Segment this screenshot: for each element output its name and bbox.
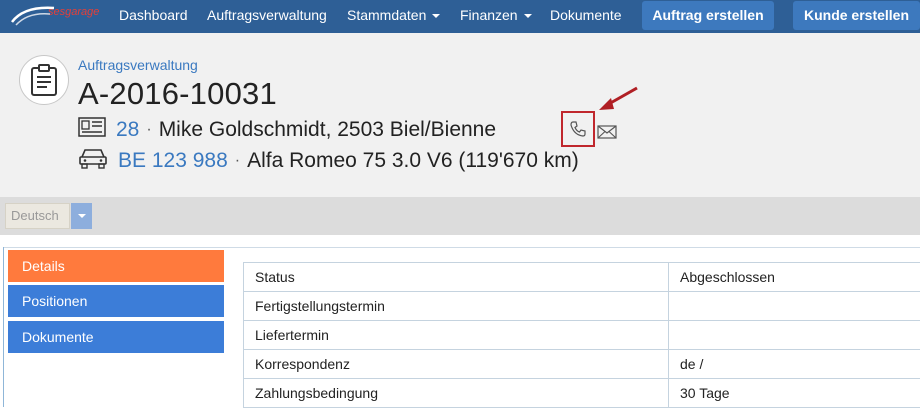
vehicle-name: Alfa Romeo 75 3.0 V6 (119'670 km)	[247, 149, 579, 173]
nav-dokumente-label: Dokumente	[550, 7, 622, 23]
customer-number-link[interactable]: 28	[116, 118, 139, 142]
tab-positionen-label: Positionen	[22, 293, 87, 309]
chevron-down-icon	[432, 14, 440, 18]
table-row: Korrespondenz de /	[244, 350, 920, 379]
language-bar: Deutsch	[0, 197, 920, 235]
email-button[interactable]	[597, 125, 617, 144]
nav-stammdaten[interactable]: Stammdaten	[347, 0, 440, 33]
nav-finanzen[interactable]: Finanzen	[460, 0, 532, 33]
tab-dokumente[interactable]: Dokumente	[8, 321, 224, 353]
create-order-button[interactable]: Auftrag erstellen	[642, 1, 774, 30]
table-row: Zahlungsbedingung 30 Tage	[244, 379, 920, 408]
customer-line: 28 · Mike Goldschmidt, 2503 Biel/Bienne	[78, 117, 496, 143]
annotation-arrow-icon	[597, 85, 641, 120]
envelope-icon	[597, 125, 617, 139]
tab-details-label: Details	[22, 258, 65, 274]
create-customer-button[interactable]: Kunde erstellen	[793, 1, 920, 30]
vehicle-line: BE 123 988 · Alfa Romeo 75 3.0 V6 (119'6…	[78, 148, 579, 174]
row-value: de /	[669, 350, 920, 379]
nav-finanzen-label: Finanzen	[460, 7, 518, 23]
table-row: Status Abgeschlossen	[244, 263, 920, 292]
nav-auftragsverwaltung[interactable]: Auftragsverwaltung	[207, 0, 327, 33]
top-navbar: sesgarage Dashboard Auftragsverwaltung S…	[0, 0, 920, 33]
nav-stammdaten-label: Stammdaten	[347, 7, 426, 23]
phone-button[interactable]	[561, 111, 595, 147]
app-logo[interactable]: sesgarage	[10, 0, 110, 33]
row-value	[669, 321, 920, 350]
page-title: A-2016-10031	[78, 76, 277, 112]
language-select[interactable]: Deutsch	[5, 203, 70, 229]
car-icon	[78, 147, 108, 175]
tab-positionen[interactable]: Positionen	[8, 285, 224, 317]
nav-dashboard-label: Dashboard	[119, 7, 188, 23]
nav-auftragsverwaltung-label: Auftragsverwaltung	[207, 7, 327, 23]
divider	[3, 247, 4, 407]
row-label: Korrespondenz	[244, 350, 669, 379]
phone-icon	[569, 120, 587, 138]
tab-dokumente-label: Dokumente	[22, 329, 94, 345]
clipboard-icon	[30, 64, 58, 96]
row-label: Status	[244, 263, 669, 292]
order-content: Details Positionen Dokumente Status Abge…	[0, 235, 920, 406]
license-plate-link[interactable]: BE 123 988	[118, 149, 228, 173]
row-value: Abgeschlossen	[669, 263, 920, 292]
contact-card-icon	[78, 117, 106, 143]
breadcrumb-link[interactable]: Auftragsverwaltung	[78, 57, 198, 73]
row-label: Fertigstellungstermin	[244, 292, 669, 321]
row-label: Liefertermin	[244, 321, 669, 350]
chevron-down-icon	[524, 14, 532, 18]
order-header: Auftragsverwaltung A-2016-10031 28 · Mik…	[0, 33, 920, 197]
separator-dot: ·	[235, 152, 240, 170]
tab-details[interactable]: Details	[8, 250, 224, 282]
divider	[3, 247, 920, 248]
details-table: Status Abgeschlossen Fertigstellungsterm…	[243, 262, 920, 408]
nav-dokumente[interactable]: Dokumente	[550, 0, 622, 33]
nav-dashboard[interactable]: Dashboard	[119, 0, 188, 33]
table-row: Liefertermin	[244, 321, 920, 350]
row-value	[669, 292, 920, 321]
order-avatar	[19, 55, 69, 105]
chevron-down-icon	[78, 214, 86, 218]
customer-name: Mike Goldschmidt, 2503 Biel/Bienne	[159, 118, 496, 142]
language-dropdown-button[interactable]	[71, 203, 92, 229]
separator-dot: ·	[146, 121, 151, 139]
row-value: 30 Tage	[669, 379, 920, 408]
table-row: Fertigstellungstermin	[244, 292, 920, 321]
logo-swoosh-icon	[10, 2, 56, 28]
row-label: Zahlungsbedingung	[244, 379, 669, 408]
